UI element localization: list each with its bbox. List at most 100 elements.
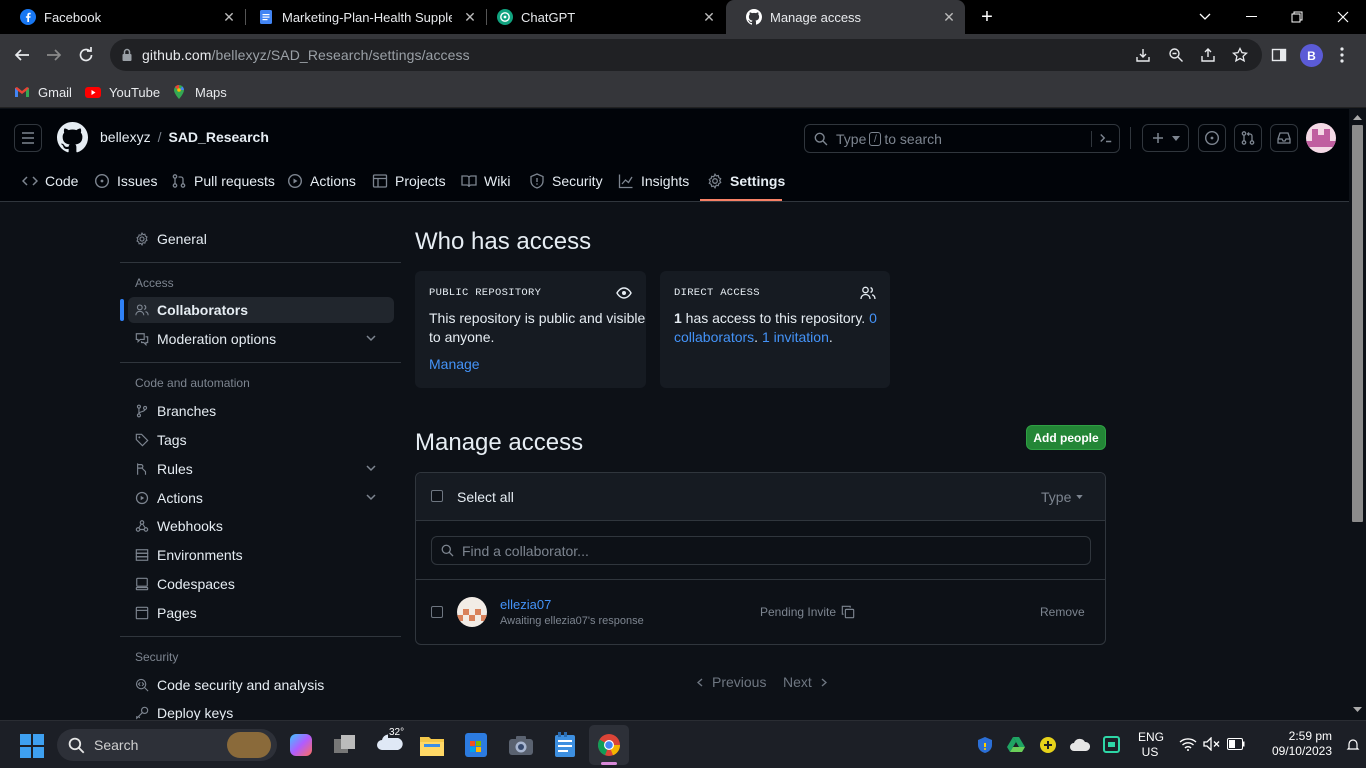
screen-share-icon[interactable] [1103, 736, 1120, 753]
restore-button[interactable] [1274, 0, 1320, 34]
active-item-indicator [120, 299, 124, 321]
reload-button[interactable] [74, 43, 98, 67]
tab-actions[interactable]: Actions [287, 171, 356, 191]
zoom-icon[interactable] [1168, 47, 1184, 63]
tab-security[interactable]: Security [529, 171, 603, 191]
close-tab-icon[interactable]: ✕ [701, 9, 717, 25]
sidebar-item-pages[interactable]: Pages [128, 600, 394, 626]
language-indicator[interactable]: ENG US [1138, 730, 1164, 760]
windows-start-icon[interactable] [20, 734, 44, 758]
scrollbar-thumb[interactable] [1352, 125, 1363, 522]
sidebar-item-actions[interactable]: Actions [128, 485, 394, 511]
copilot-icon[interactable] [290, 734, 312, 756]
repo-link[interactable]: SAD_Research [168, 129, 268, 145]
tab-code[interactable]: Code [22, 171, 78, 191]
create-new-button[interactable] [1142, 124, 1189, 152]
avatar [457, 597, 487, 627]
close-window-button[interactable] [1320, 0, 1366, 34]
select-all-checkbox[interactable] [431, 490, 443, 502]
browser-menu-icon[interactable] [1330, 43, 1354, 67]
close-tab-icon[interactable]: ✕ [221, 9, 237, 25]
app-tray-icon[interactable] [1040, 737, 1056, 753]
sidebar-item-rules[interactable]: Rules [128, 456, 394, 482]
sidebar-item-branches[interactable]: Branches [128, 398, 394, 424]
file-explorer-icon[interactable] [420, 734, 444, 756]
tab-projects[interactable]: Projects [372, 171, 446, 191]
close-tab-icon[interactable]: ✕ [462, 9, 478, 25]
sidebar-item-environments[interactable]: Environments [128, 542, 394, 568]
sidebar-item-webhooks[interactable]: Webhooks [128, 513, 394, 539]
find-collaborator-input[interactable]: Find a collaborator... [431, 536, 1091, 565]
tab-insights[interactable]: Insights [618, 171, 689, 191]
side-panel-icon[interactable] [1267, 43, 1291, 67]
type-filter-dropdown[interactable]: Type [1041, 489, 1084, 505]
task-view-icon[interactable] [334, 735, 356, 755]
site-info-icon[interactable] [119, 47, 135, 63]
github-logo-icon[interactable] [57, 122, 88, 153]
invitations-link[interactable]: 1 invitation [762, 329, 829, 345]
bookmark-maps[interactable]: Maps [171, 83, 227, 101]
microsoft-store-icon[interactable] [465, 733, 487, 757]
notification-bell-icon[interactable] [1346, 738, 1360, 752]
onedrive-icon[interactable] [1070, 738, 1090, 751]
clock[interactable]: 2:59 pm 09/10/2023 [1252, 729, 1332, 759]
camera-icon[interactable] [508, 734, 534, 756]
weather-widget[interactable]: 32° [376, 727, 406, 758]
inbox-button[interactable] [1270, 124, 1298, 152]
sidebar-item-code-security[interactable]: Code security and analysis [128, 672, 394, 698]
tab-chatgpt[interactable]: ChatGPT ✕ [477, 0, 725, 34]
owner-link[interactable]: bellexyz [100, 129, 151, 145]
bookmark-gmail[interactable]: Gmail [14, 83, 72, 101]
issues-button[interactable] [1198, 124, 1226, 152]
sidebar-item-tags[interactable]: Tags [128, 427, 394, 453]
add-people-button[interactable]: Add people [1026, 425, 1106, 450]
address-bar[interactable]: github.com/bellexyz/SAD_Research/setting… [110, 39, 1262, 71]
tab-issues[interactable]: Issues [94, 171, 157, 191]
collaborators-count-link[interactable]: 0 [869, 310, 877, 326]
tab-facebook[interactable]: Facebook ✕ [0, 0, 245, 34]
volume-muted-icon[interactable] [1203, 737, 1221, 751]
wifi-icon[interactable] [1179, 737, 1197, 751]
github-search-input[interactable]: Type / to search [804, 124, 1120, 153]
sidebar-item-general[interactable]: General [128, 226, 394, 252]
previous-page-button[interactable]: Previous [697, 674, 766, 690]
defender-icon[interactable] [976, 736, 994, 754]
tab-wiki[interactable]: Wiki [461, 171, 510, 191]
command-palette-icon[interactable] [1091, 131, 1113, 147]
copy-icon[interactable] [841, 605, 855, 619]
scroll-up-icon[interactable] [1353, 114, 1362, 120]
collaborators-link[interactable]: collaborators [674, 329, 754, 345]
bookmark-star-icon[interactable] [1232, 47, 1248, 63]
remove-button[interactable]: Remove [1040, 605, 1085, 619]
collaborator-username-link[interactable]: ellezia07 [500, 597, 551, 612]
google-drive-icon[interactable] [1007, 736, 1025, 753]
tab-settings[interactable]: Settings [707, 171, 785, 191]
bookmark-youtube[interactable]: YouTube [85, 83, 160, 101]
scroll-down-icon[interactable] [1353, 707, 1362, 713]
sidebar-item-moderation[interactable]: Moderation options [128, 326, 394, 352]
sidebar-item-collaborators[interactable]: Collaborators [128, 297, 394, 323]
sidebar-item-codespaces[interactable]: Codespaces [128, 571, 394, 597]
hamburger-menu-button[interactable] [14, 124, 42, 152]
tab-marketing-plan[interactable]: Marketing-Plan-Health Supplem ✕ [238, 0, 486, 34]
tab-pull-requests[interactable]: Pull requests [171, 171, 275, 191]
collaborator-checkbox[interactable] [431, 606, 443, 618]
back-button[interactable] [10, 43, 34, 67]
battery-icon[interactable] [1227, 738, 1245, 750]
notepad-icon[interactable] [554, 732, 576, 758]
next-page-button[interactable]: Next [783, 674, 827, 690]
share-icon[interactable] [1200, 47, 1216, 63]
new-tab-button[interactable]: + [976, 7, 998, 27]
pull-requests-button[interactable] [1234, 124, 1262, 152]
forward-button[interactable] [42, 43, 66, 67]
tab-search-chevron-icon[interactable] [1182, 0, 1228, 34]
tab-manage-access[interactable]: Manage access ✕ [726, 0, 965, 34]
user-avatar[interactable] [1306, 123, 1336, 153]
chrome-taskbar-button[interactable] [589, 725, 629, 765]
profile-avatar[interactable]: B [1300, 44, 1323, 67]
minimize-button[interactable] [1228, 0, 1274, 34]
close-tab-icon[interactable]: ✕ [941, 9, 957, 25]
install-app-icon[interactable] [1135, 47, 1151, 63]
taskbar-search[interactable]: Search [57, 729, 277, 761]
manage-visibility-link[interactable]: Manage [429, 356, 480, 372]
